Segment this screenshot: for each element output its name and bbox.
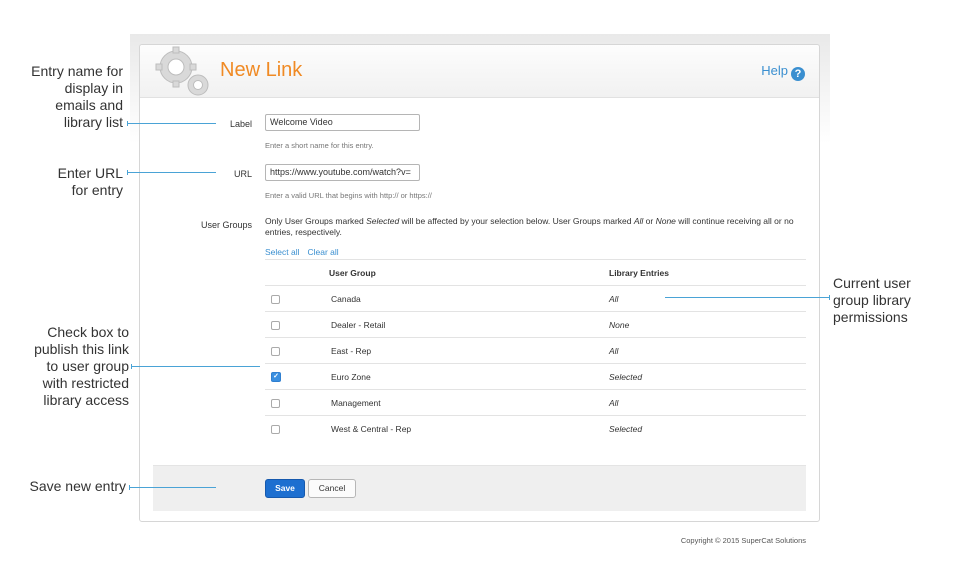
library-entries-value: Selected: [608, 363, 806, 390]
copyright-text: Copyright © 2015 SuperCat Solutions: [680, 536, 806, 545]
table-header-row: User Group Library Entries: [265, 259, 806, 286]
label-hint: Enter a short name for this entry.: [265, 141, 374, 150]
group-name: West & Central - Rep: [328, 415, 608, 441]
table-row: Canada All: [265, 285, 806, 312]
user-groups-description: Only User Groups marked Selected will be…: [265, 216, 794, 237]
help-label: Help: [761, 63, 788, 78]
table-row: Dealer - Retail None: [265, 311, 806, 338]
table-row: East - Rep All: [265, 337, 806, 364]
group-checkbox[interactable]: [271, 346, 280, 356]
group-name: Euro Zone: [328, 363, 608, 390]
label-input[interactable]: Welcome Video: [265, 114, 420, 131]
table-row: West & Central - Rep Selected: [265, 415, 806, 441]
annotation-line: [127, 123, 216, 124]
annotation-line: [665, 297, 829, 298]
annotation-line: [129, 487, 216, 488]
clear-all-link[interactable]: Clear all: [308, 247, 339, 257]
help-icon: ?: [791, 67, 805, 81]
annotation-entry-name: Entry name for display in emails and lib…: [31, 63, 123, 130]
column-header-user-group: User Group: [328, 259, 608, 286]
annotation-check-box: Check box to publish this link to user g…: [34, 324, 129, 408]
selection-links: Select all Clear all: [265, 247, 347, 257]
group-checkbox[interactable]: [271, 294, 280, 304]
table-row: Management All: [265, 389, 806, 416]
cancel-button[interactable]: Cancel: [308, 479, 356, 498]
annotation-enter-url: Enter URL for entry: [57, 165, 123, 198]
group-name: East - Rep: [328, 337, 608, 364]
page-title: New Link: [220, 59, 303, 81]
url-field-label: URL: [233, 169, 252, 179]
group-checkbox[interactable]: [271, 424, 280, 434]
library-entries-value: None: [608, 311, 806, 338]
group-name: Canada: [328, 285, 608, 312]
help-link[interactable]: Help?: [761, 63, 805, 81]
group-checkbox[interactable]: [271, 398, 280, 408]
library-entries-value: All: [608, 285, 806, 312]
annotation-line: [127, 172, 216, 173]
column-header-library-entries: Library Entries: [608, 259, 806, 286]
user-groups-table: User Group Library Entries Canada All De…: [265, 259, 806, 441]
library-entries-value: All: [608, 389, 806, 416]
group-name: Management: [328, 389, 608, 416]
table-row: ✓ Euro Zone Selected: [265, 363, 806, 390]
annotation-tick: [829, 295, 830, 300]
library-entries-value: Selected: [608, 415, 806, 441]
url-hint: Enter a valid URL that begins with http:…: [265, 191, 432, 200]
group-checkbox[interactable]: [271, 320, 280, 330]
user-groups-label: User Groups: [200, 220, 252, 230]
library-entries-value: All: [608, 337, 806, 364]
save-button[interactable]: Save: [265, 479, 305, 498]
group-checkbox-checked[interactable]: ✓: [271, 371, 281, 382]
gears-icon: [155, 46, 209, 96]
new-link-panel: New Link Help? Label Welcome Video Enter…: [139, 44, 820, 522]
annotation-line: [131, 366, 260, 367]
select-all-link[interactable]: Select all: [265, 247, 300, 257]
form-footer: Save Cancel: [153, 465, 806, 511]
panel-header: New Link Help?: [140, 45, 819, 98]
url-input[interactable]: https://www.youtube.com/watch?v=: [265, 164, 420, 181]
annotation-save-entry: Save new entry: [29, 478, 127, 494]
group-name: Dealer - Retail: [328, 311, 608, 338]
label-field-label: Label: [229, 119, 252, 129]
annotation-current-permissions: Current user group library permissions: [833, 275, 911, 325]
